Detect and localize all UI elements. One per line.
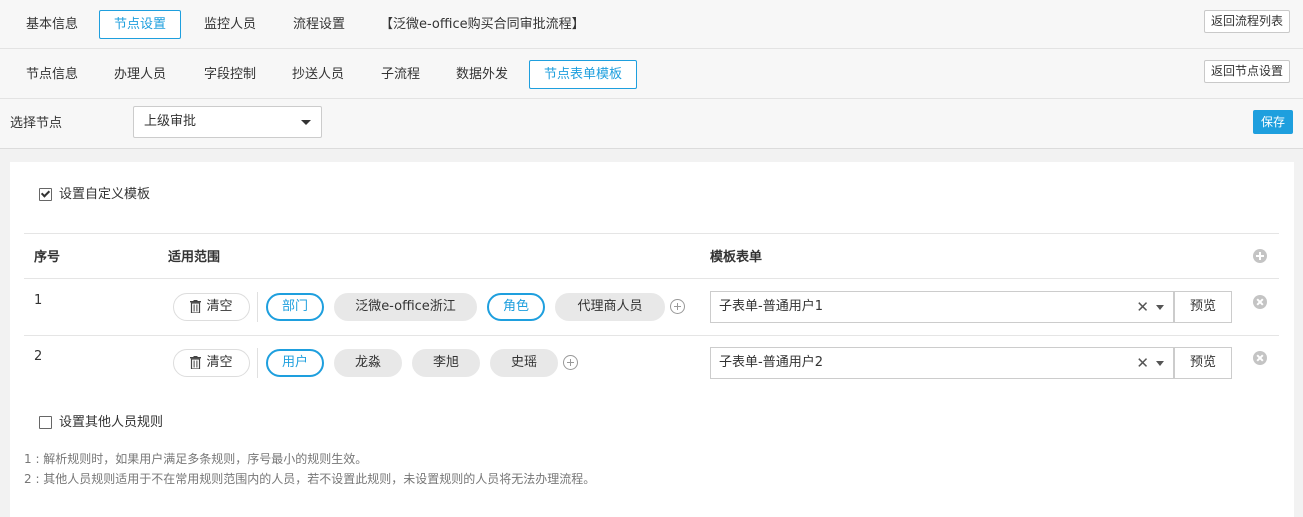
row-divider	[24, 335, 1279, 336]
add-row-icon[interactable]	[1253, 249, 1267, 263]
tab-node-settings[interactable]: 节点设置	[99, 10, 182, 39]
tab-node-info[interactable]: 节点信息	[11, 60, 93, 89]
trash-icon	[190, 300, 202, 313]
other-rules-checkbox[interactable]	[39, 416, 52, 429]
tab-monitors[interactable]: 监控人员	[189, 10, 271, 39]
scope-separator	[257, 348, 258, 378]
tab-subflow[interactable]: 子流程	[366, 60, 435, 89]
row-1-scope-value-role[interactable]: 代理商人员	[555, 293, 665, 321]
note-1: 1 : 解析规则时，如果用户满足多条规则，序号最小的规则生效。	[24, 452, 368, 466]
row-2-scope-value-user-1[interactable]: 龙淼	[334, 349, 402, 377]
header-divider	[24, 278, 1279, 279]
select-node-label: 选择节点	[10, 116, 63, 131]
caret-down-icon	[301, 120, 311, 125]
tab-data-outbound[interactable]: 数据外发	[441, 60, 523, 89]
row-1-scope-type-role[interactable]: 角色	[487, 293, 545, 321]
custom-template-label: 设置自定义模板	[59, 187, 151, 202]
row-1-scope-value-dept[interactable]: 泛微e-office浙江	[334, 293, 477, 321]
custom-template-checkbox[interactable]	[39, 188, 52, 201]
row-2-index: 2	[34, 349, 43, 364]
other-rules-label: 设置其他人员规则	[59, 415, 164, 430]
save-button[interactable]: 保存	[1253, 110, 1293, 134]
checkmark-icon	[40, 188, 51, 198]
tab-handlers[interactable]: 办理人员	[99, 60, 181, 89]
row-1-template-value: 子表单-普通用户1	[719, 299, 823, 314]
row-1-index: 1	[34, 293, 43, 308]
trash-icon	[190, 356, 202, 369]
row-1-template-select[interactable]: 子表单-普通用户1 ✕	[710, 291, 1174, 323]
clear-x-icon[interactable]: ✕	[1136, 348, 1149, 378]
tab-cc-persons[interactable]: 抄送人员	[277, 60, 359, 89]
row-2-preview-button[interactable]: 预览	[1174, 347, 1232, 379]
node-select[interactable]: 上级审批	[133, 106, 322, 138]
row-1-remove-icon[interactable]	[1253, 295, 1267, 309]
row-2-add-scope-icon[interactable]	[563, 355, 578, 370]
col-header-template: 模板表单	[710, 250, 763, 265]
row-1-scope-type-dept[interactable]: 部门	[266, 293, 324, 321]
divider	[24, 233, 1279, 234]
tab-flow-settings[interactable]: 流程设置	[278, 10, 360, 39]
scope-separator	[257, 292, 258, 322]
caret-down-icon	[1156, 305, 1164, 310]
col-header-scope: 适用范围	[168, 250, 221, 265]
clear-label: 清空	[206, 299, 233, 314]
row-2-scope-value-user-2[interactable]: 李旭	[412, 349, 480, 377]
row-1-add-scope-icon[interactable]	[670, 299, 685, 314]
row-1-clear-button[interactable]: 清空	[173, 293, 250, 321]
clear-label: 清空	[206, 355, 233, 370]
clear-x-icon[interactable]: ✕	[1136, 292, 1149, 322]
row-2-scope-value-user-3[interactable]: 史瑶	[490, 349, 558, 377]
row-2-clear-button[interactable]: 清空	[173, 349, 250, 377]
flow-title: 【泛微e-office购买合同审批流程】	[380, 17, 585, 32]
col-header-index: 序号	[34, 250, 61, 265]
back-to-node-settings-button[interactable]: 返回节点设置	[1204, 60, 1291, 83]
row-2-scope-type-user[interactable]: 用户	[266, 349, 324, 377]
row-2-remove-icon[interactable]	[1253, 351, 1267, 365]
row-2-template-select[interactable]: 子表单-普通用户2 ✕	[710, 347, 1174, 379]
caret-down-icon	[1156, 361, 1164, 366]
tab-node-form-template[interactable]: 节点表单模板	[529, 60, 638, 89]
row-1-preview-button[interactable]: 预览	[1174, 291, 1232, 323]
row-2-template-value: 子表单-普通用户2	[719, 355, 823, 370]
back-to-flow-list-button[interactable]: 返回流程列表	[1204, 10, 1291, 33]
tab-field-control[interactable]: 字段控制	[189, 60, 271, 89]
note-2: 2 : 其他人员规则适用于不在常用规则范围内的人员，若不设置此规则，未设置规则的…	[24, 472, 596, 486]
node-select-value: 上级审批	[144, 114, 197, 129]
tab-basic-info[interactable]: 基本信息	[11, 10, 93, 39]
